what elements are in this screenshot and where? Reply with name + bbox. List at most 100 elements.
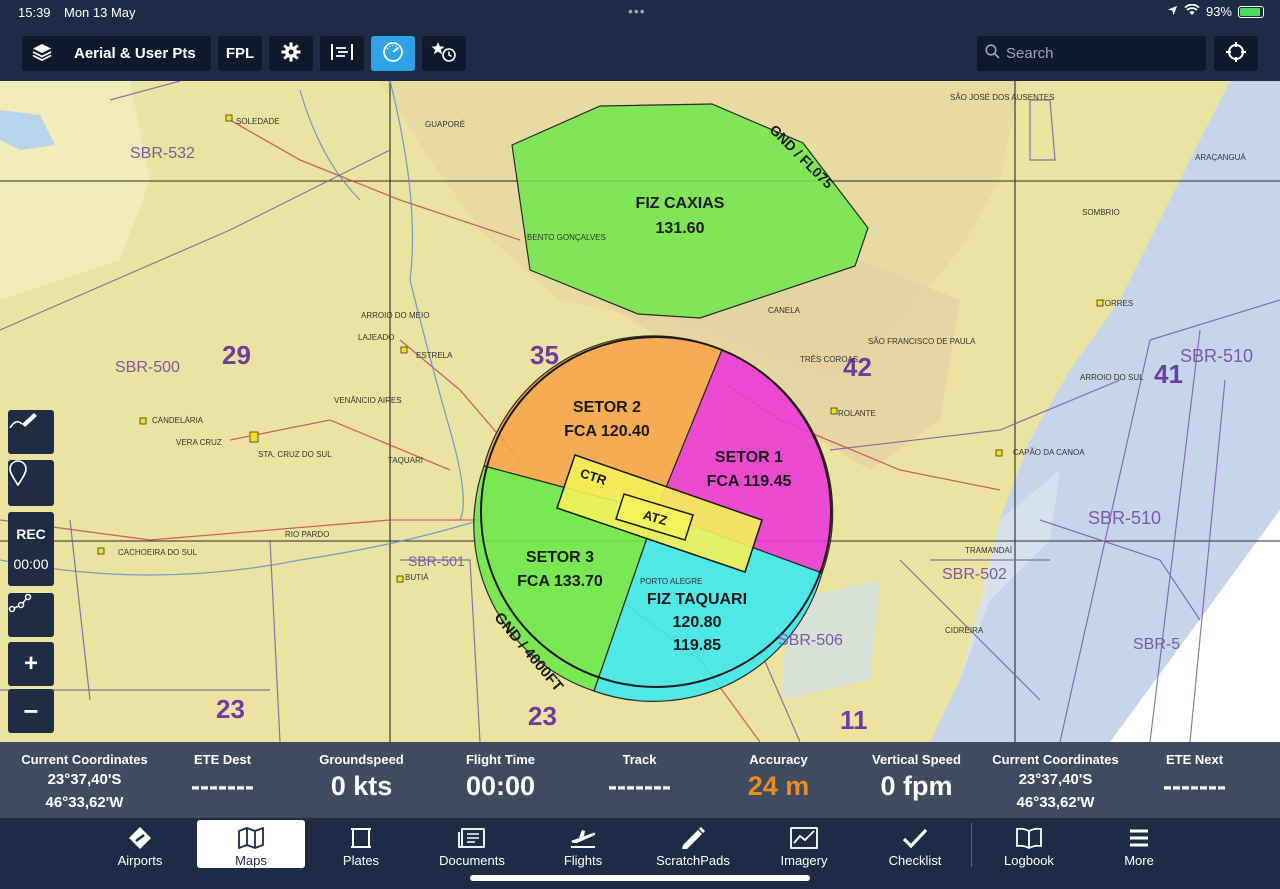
airplane-icon xyxy=(569,826,597,850)
sbr-label: SBR-500 xyxy=(115,359,180,376)
setor-3-name: SETOR 3 xyxy=(526,549,594,566)
tab-label: Logbook xyxy=(1004,853,1054,868)
ete-dest-value: ------- xyxy=(191,771,254,801)
vertical-speed-value: 0 fpm xyxy=(880,771,953,801)
chart-image-icon xyxy=(790,826,818,850)
ete-next-cell[interactable]: ETE Next ------- xyxy=(1125,752,1264,802)
wifi-icon xyxy=(1184,3,1200,19)
grid-mef: 23 xyxy=(528,701,557,731)
fiz-caxias-freq: 131.60 xyxy=(656,220,705,237)
cell-label: Groundspeed xyxy=(319,752,404,767)
checkmark-icon xyxy=(902,826,928,850)
rec-label: REC xyxy=(16,526,46,542)
pencil-icon xyxy=(680,826,706,850)
home-indicator[interactable] xyxy=(470,875,810,881)
grid-mef: 23 xyxy=(216,694,245,724)
setor-2-freq: FCA 120.40 xyxy=(564,423,650,440)
cell-label: Flight Time xyxy=(465,752,536,767)
layers-label: Aerial & User Pts xyxy=(74,45,196,62)
sbr-label: SBR-506 xyxy=(778,632,843,649)
place-label: TRÊS COROAS xyxy=(800,355,858,364)
map-view[interactable]: FIZ CAXIAS 131.60 GND / FL075 SETOR 2 FC… xyxy=(0,81,1280,742)
tab-divider xyxy=(971,823,972,867)
gear-icon xyxy=(281,42,301,66)
tab-scratchpads[interactable]: ScratchPads xyxy=(639,820,747,868)
status-right: 93% xyxy=(1167,3,1264,19)
sbr-label: SBR-502 xyxy=(942,566,1007,583)
grid-mef: 35 xyxy=(530,340,559,370)
current-coordinates-cell[interactable]: Current Coordinates 23°37,40'S 46°33,62'… xyxy=(15,752,154,813)
tab-imagery[interactable]: Imagery xyxy=(750,820,858,868)
place-label: TRAMANDAÍ xyxy=(965,546,1013,555)
tab-maps[interactable]: Maps xyxy=(197,820,305,868)
record-button[interactable]: REC 00:00 xyxy=(8,512,54,586)
fiz-caxias-name: FIZ CAXIAS xyxy=(636,195,725,212)
bottom-tab-bar: Airports Maps Plates Documents Flights S… xyxy=(0,818,1280,889)
layers-button[interactable]: Aerial & User Pts xyxy=(22,36,211,71)
longitude-value: 46°33,62'W xyxy=(45,794,124,811)
favorites-recent-button[interactable] xyxy=(422,36,466,71)
tab-airports[interactable]: Airports xyxy=(86,820,194,868)
sbr-label: SBR-532 xyxy=(130,145,195,162)
setor-3-freq: FCA 133.70 xyxy=(517,573,603,590)
place-label: BUTIÁ xyxy=(405,573,429,582)
vertical-speed-cell[interactable]: Vertical Speed 0 fpm xyxy=(847,752,986,802)
route-button[interactable] xyxy=(8,593,54,637)
aeronautical-chart[interactable]: FIZ CAXIAS 131.60 GND / FL075 SETOR 2 FC… xyxy=(0,81,1280,742)
flight-time-cell[interactable]: Flight Time 00:00 xyxy=(431,752,570,802)
place-label: STA. CRUZ DO SUL xyxy=(258,450,332,459)
settings-button[interactable] xyxy=(269,36,313,71)
cell-label: ETE Dest xyxy=(193,752,252,767)
fiz-taquari-freq-2: 119.85 xyxy=(673,637,721,654)
tab-flights[interactable]: Flights xyxy=(529,820,637,868)
flight-time-value: 00:00 xyxy=(465,771,536,801)
gauge-icon xyxy=(382,41,404,67)
zoom-in-button[interactable]: + xyxy=(8,642,54,686)
airport-diamond-icon xyxy=(128,826,152,850)
menu-icon xyxy=(1128,826,1150,850)
fiz-taquari-freq-1: 120.80 xyxy=(673,614,722,631)
map-toolbar: Aerial & User Pts FPL Search xyxy=(0,26,1280,81)
ete-dest-cell[interactable]: ETE Dest ------- xyxy=(153,752,292,802)
tab-checklist[interactable]: Checklist xyxy=(861,820,969,868)
latitude-value: 23°37,40'S xyxy=(47,771,122,788)
tab-label: Documents xyxy=(439,853,505,868)
multitask-dots-icon[interactable]: ••• xyxy=(628,3,646,19)
zoom-out-button[interactable]: − xyxy=(8,689,54,733)
weather-button[interactable] xyxy=(320,36,364,71)
drop-pin-button[interactable] xyxy=(8,460,54,506)
tab-documents[interactable]: Documents xyxy=(418,820,526,868)
fpl-button[interactable]: FPL xyxy=(218,36,262,71)
place-label: SOLEDADE xyxy=(236,117,280,126)
sbr-label: SBR-501 xyxy=(408,553,465,569)
center-location-button[interactable] xyxy=(1214,36,1258,71)
current-coordinates-cell-2[interactable]: Current Coordinates 23°37,40'S 46°33,62'… xyxy=(986,752,1125,813)
plate-icon xyxy=(350,826,372,850)
tab-logbook[interactable]: Logbook xyxy=(975,820,1083,868)
place-label: ROLANTE xyxy=(838,409,876,418)
place-label: LAJEADO xyxy=(358,333,394,342)
track-cell[interactable]: Track ------- xyxy=(570,752,709,802)
instrument-strip[interactable]: Current Coordinates 23°37,40'S 46°33,62'… xyxy=(0,742,1280,818)
location-arrow-icon xyxy=(1167,4,1178,19)
minus-icon: − xyxy=(23,695,39,726)
search-input[interactable]: Search xyxy=(977,36,1206,71)
accuracy-cell[interactable]: Accuracy 24 m xyxy=(709,752,848,802)
tab-label: Maps xyxy=(235,853,267,868)
cell-label: Accuracy xyxy=(749,752,808,767)
tab-more[interactable]: More xyxy=(1085,820,1193,868)
place-label: CANELA xyxy=(768,306,801,315)
groundspeed-cell[interactable]: Groundspeed 0 kts xyxy=(292,752,431,802)
place-label: ARAÇANGUÁ xyxy=(1195,153,1246,162)
setor-1-freq: FCA 119.45 xyxy=(707,473,792,490)
place-label: ESTRELA xyxy=(416,351,453,360)
grid-mef: 29 xyxy=(222,340,251,370)
grid-mef: 41 xyxy=(1154,359,1183,389)
tab-label: Checklist xyxy=(888,853,942,868)
tab-plates[interactable]: Plates xyxy=(307,820,415,868)
tab-label: Flights xyxy=(563,853,603,868)
instruments-button[interactable] xyxy=(371,36,415,71)
setor-1-name: SETOR 1 xyxy=(715,449,783,466)
place-label: VERA CRUZ xyxy=(176,438,222,447)
draw-button[interactable] xyxy=(8,410,54,454)
